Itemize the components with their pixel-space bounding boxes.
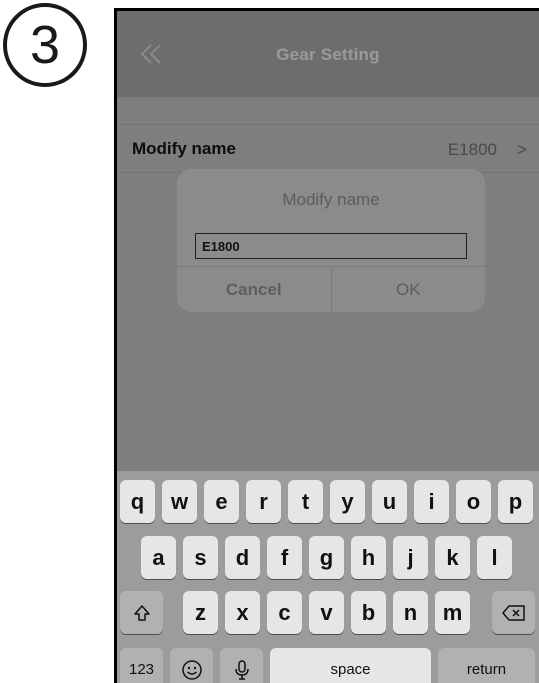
- key-k[interactable]: k: [435, 536, 470, 579]
- settings-row-label: Modify name: [132, 139, 236, 158]
- key-z[interactable]: z: [183, 591, 218, 634]
- key-s[interactable]: s: [183, 536, 218, 579]
- step-number: 3: [29, 15, 61, 75]
- key-d[interactable]: d: [225, 536, 260, 579]
- dialog-actions: Cancel OK: [177, 266, 485, 312]
- phone-frame: Gear Setting Modify name E1800 > Modify …: [114, 8, 539, 683]
- ok-button[interactable]: OK: [332, 267, 486, 312]
- page-title: Gear Setting: [276, 45, 380, 64]
- key-g[interactable]: g: [309, 536, 344, 579]
- key-a[interactable]: a: [141, 536, 176, 579]
- modify-name-dialog: Modify name Cancel OK: [177, 169, 485, 312]
- key-v[interactable]: v: [309, 591, 344, 634]
- key-m[interactable]: m: [435, 591, 470, 634]
- key-t[interactable]: t: [288, 480, 323, 523]
- key-c[interactable]: c: [267, 591, 302, 634]
- name-input[interactable]: [195, 233, 467, 259]
- key-w[interactable]: w: [162, 480, 197, 523]
- navigation-bar: Gear Setting: [117, 11, 539, 97]
- backspace-icon[interactable]: [492, 591, 535, 634]
- numbers-key[interactable]: 123: [120, 648, 163, 683]
- onscreen-keyboard: q w e r t y u i o p a s d f g h j k l z x c v b n m 123 space return: [117, 471, 539, 683]
- settings-row-modify-name[interactable]: Modify name E1800 >: [117, 124, 539, 173]
- key-f[interactable]: f: [267, 536, 302, 579]
- return-key[interactable]: return: [438, 648, 535, 683]
- key-x[interactable]: x: [225, 591, 260, 634]
- key-u[interactable]: u: [372, 480, 407, 523]
- dialog-title: Modify name: [282, 190, 380, 209]
- space-key[interactable]: space: [270, 648, 431, 683]
- emoji-smiley-icon[interactable]: [170, 648, 213, 683]
- microphone-icon[interactable]: [220, 648, 263, 683]
- key-b[interactable]: b: [351, 591, 386, 634]
- key-o[interactable]: o: [456, 480, 491, 523]
- chevron-right-icon: >: [517, 140, 527, 159]
- key-i[interactable]: i: [414, 480, 449, 523]
- key-l[interactable]: l: [477, 536, 512, 579]
- key-n[interactable]: n: [393, 591, 428, 634]
- cancel-button[interactable]: Cancel: [177, 267, 332, 312]
- app-screen: Gear Setting Modify name E1800 > Modify …: [117, 11, 539, 683]
- key-e[interactable]: e: [204, 480, 239, 523]
- shift-up-arrow-icon[interactable]: [120, 591, 163, 634]
- key-j[interactable]: j: [393, 536, 428, 579]
- key-q[interactable]: q: [120, 480, 155, 523]
- step-number-badge: 3: [3, 3, 87, 87]
- key-r[interactable]: r: [246, 480, 281, 523]
- key-y[interactable]: y: [330, 480, 365, 523]
- settings-row-value: E1800: [447, 140, 497, 159]
- key-h[interactable]: h: [351, 536, 386, 579]
- key-p[interactable]: p: [498, 480, 533, 523]
